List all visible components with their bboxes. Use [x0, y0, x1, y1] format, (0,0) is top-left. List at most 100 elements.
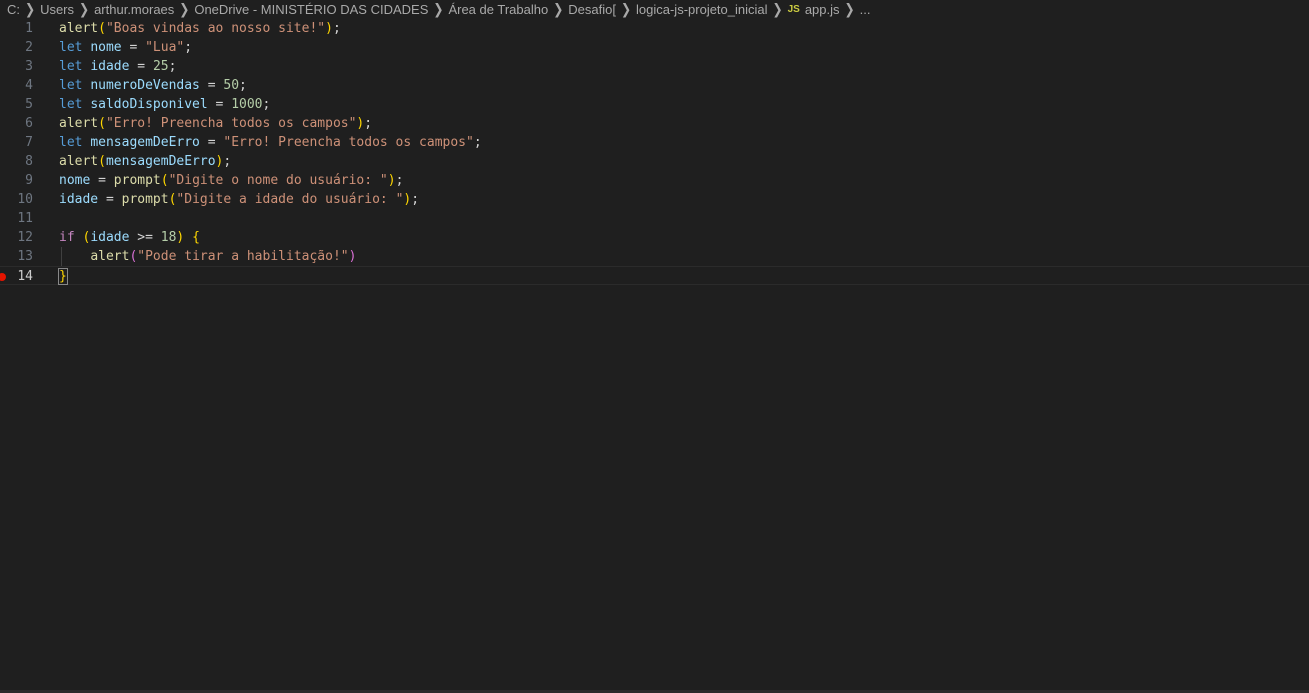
code-text: nome = prompt("Digite o nome do usuário:…	[59, 171, 403, 190]
code-token: mensagemDeErro	[90, 135, 200, 150]
code-token: 18	[160, 230, 177, 245]
breadcrumb-item-user[interactable]: arthur.moraes	[94, 2, 174, 17]
code-token: let	[59, 135, 83, 150]
code-token: let	[59, 78, 83, 93]
code-token: saldoDisponivel	[90, 97, 208, 112]
code-line[interactable]: 2 let nome = "Lua";	[0, 38, 1309, 57]
line-number: 10	[17, 192, 33, 207]
code-line[interactable]: 9 nome = prompt("Digite o nome do usuário…	[0, 171, 1309, 190]
code-text: }	[58, 267, 68, 286]
code-token: (	[98, 154, 106, 169]
code-token: )	[348, 249, 357, 264]
code-line[interactable]: 7 let mensagemDeErro = "Erro! Preencha to…	[0, 133, 1309, 152]
line-number: 3	[25, 59, 33, 74]
breadcrumb-item-users[interactable]: Users	[40, 2, 74, 17]
code-token: ;	[364, 116, 373, 131]
line-number: 12	[17, 230, 33, 245]
code-line[interactable]: 13 alert("Pode tirar a habilitação!")	[0, 247, 1309, 266]
code-text: let idade = 25;	[59, 57, 176, 76]
code-text: let saldoDisponivel = 1000;	[59, 95, 270, 114]
code-token: "Erro! Preencha todos os campos"	[223, 135, 474, 150]
code-token: (	[160, 173, 169, 188]
code-token: ;	[473, 135, 482, 150]
code-token: {	[192, 230, 200, 245]
breadcrumb-item-desafio[interactable]: Desafio[	[568, 2, 616, 17]
code-line[interactable]: 6 alert("Erro! Preencha todos os campos")…	[0, 114, 1309, 133]
line-number: 9	[25, 173, 33, 188]
code-token: idade	[59, 192, 99, 207]
code-text: idade = prompt("Digite a idade do usuári…	[59, 190, 419, 209]
code-token: ;	[223, 154, 232, 169]
chevron-right-icon: ❯	[433, 0, 444, 18]
code-token: 50	[223, 78, 240, 93]
code-editor[interactable]: 1 alert ( "Boas vindas ao nosso site!"); 2 le…	[0, 18, 1309, 690]
code-line[interactable]: 1 alert("Boas vindas ao nosso site!");	[0, 19, 1309, 38]
code-token: if	[59, 230, 75, 245]
code-token: ;	[239, 78, 247, 93]
code-line[interactable]: 5 let saldoDisponivel = 1000;	[0, 95, 1309, 114]
code-line[interactable]: 14}	[0, 266, 1309, 285]
code-token: >	[137, 230, 146, 245]
breadcrumb: C: ❯ Users ❯ arthur.moraes ❯ OneDrive - …	[0, 0, 1309, 18]
breadcrumb-item-file[interactable]: JS app.js	[788, 2, 840, 17]
code-token: alert	[59, 21, 99, 36]
line-number: 11	[17, 211, 33, 226]
code-text: alert(mensagemDeErro);	[59, 152, 231, 171]
code-line[interactable]: 10 idade = prompt("Digite a idade do usuá…	[0, 190, 1309, 209]
line-number: 1	[25, 21, 33, 36]
code-token: mensagemDeErro	[105, 154, 216, 169]
code-line[interactable]: 4 let numeroDeVendas = 50;	[0, 76, 1309, 95]
code-token: ;	[262, 97, 271, 112]
code-token: =	[207, 78, 216, 93]
code-token: =	[145, 230, 153, 245]
code-token: "Lua"	[145, 40, 185, 55]
code-token: "Digite o nome do usuário: "	[168, 173, 388, 188]
code-token: ;	[395, 173, 404, 188]
code-line[interactable]: 12 if (idade >= 18) {	[0, 228, 1309, 247]
code-token: }	[58, 268, 68, 285]
breadcrumb-item-symbols[interactable]: ...	[860, 2, 871, 17]
code-text: let mensagemDeErro = "Erro! Preencha tod…	[59, 133, 482, 152]
code-token: 25	[152, 59, 169, 74]
line-number: 2	[25, 40, 33, 55]
code-token: "Boas vindas ao nosso site!"	[105, 21, 326, 36]
breadcrumb-item-drive[interactable]: C:	[7, 2, 20, 17]
code-token: idade	[90, 230, 130, 245]
code-token: nome	[90, 40, 122, 55]
code-text: if (idade >= 18) {	[59, 228, 200, 247]
code-token: 1000	[231, 97, 263, 112]
code-line[interactable]: 11	[0, 209, 1309, 228]
chevron-right-icon: ❯	[620, 0, 632, 18]
code-token: let	[59, 59, 83, 74]
code-token: ;	[184, 40, 193, 55]
code-token: =	[105, 192, 114, 207]
breadcrumb-item-onedrive[interactable]: OneDrive - MINISTÉRIO DAS CIDADES	[194, 2, 428, 17]
breadcrumb-item-project[interactable]: logica-js-projeto_inicial	[636, 2, 768, 17]
chevron-right-icon: ❯	[25, 0, 36, 18]
code-text: let numeroDeVendas = 50;	[59, 76, 247, 95]
code-text: let nome = "Lua";	[59, 38, 192, 57]
code-line[interactable]: 3 let idade = 25;	[0, 57, 1309, 76]
code-token: prompt	[121, 192, 169, 207]
chevron-right-icon: ❯	[553, 0, 564, 18]
breadcrumb-item-desktop[interactable]: Área de Trabalho	[448, 2, 548, 17]
chevron-right-icon: ❯	[772, 0, 783, 18]
code-line[interactable]: 8 alert(mensagemDeErro);	[0, 152, 1309, 171]
code-token: alert	[90, 249, 130, 264]
code-token: let	[59, 40, 83, 55]
code-token: ;	[168, 59, 177, 74]
code-token: (	[98, 116, 106, 131]
chevron-right-icon: ❯	[79, 0, 90, 18]
code-token: =	[207, 135, 216, 150]
chevron-right-icon: ❯	[179, 0, 190, 18]
code-token: idade	[90, 59, 130, 74]
